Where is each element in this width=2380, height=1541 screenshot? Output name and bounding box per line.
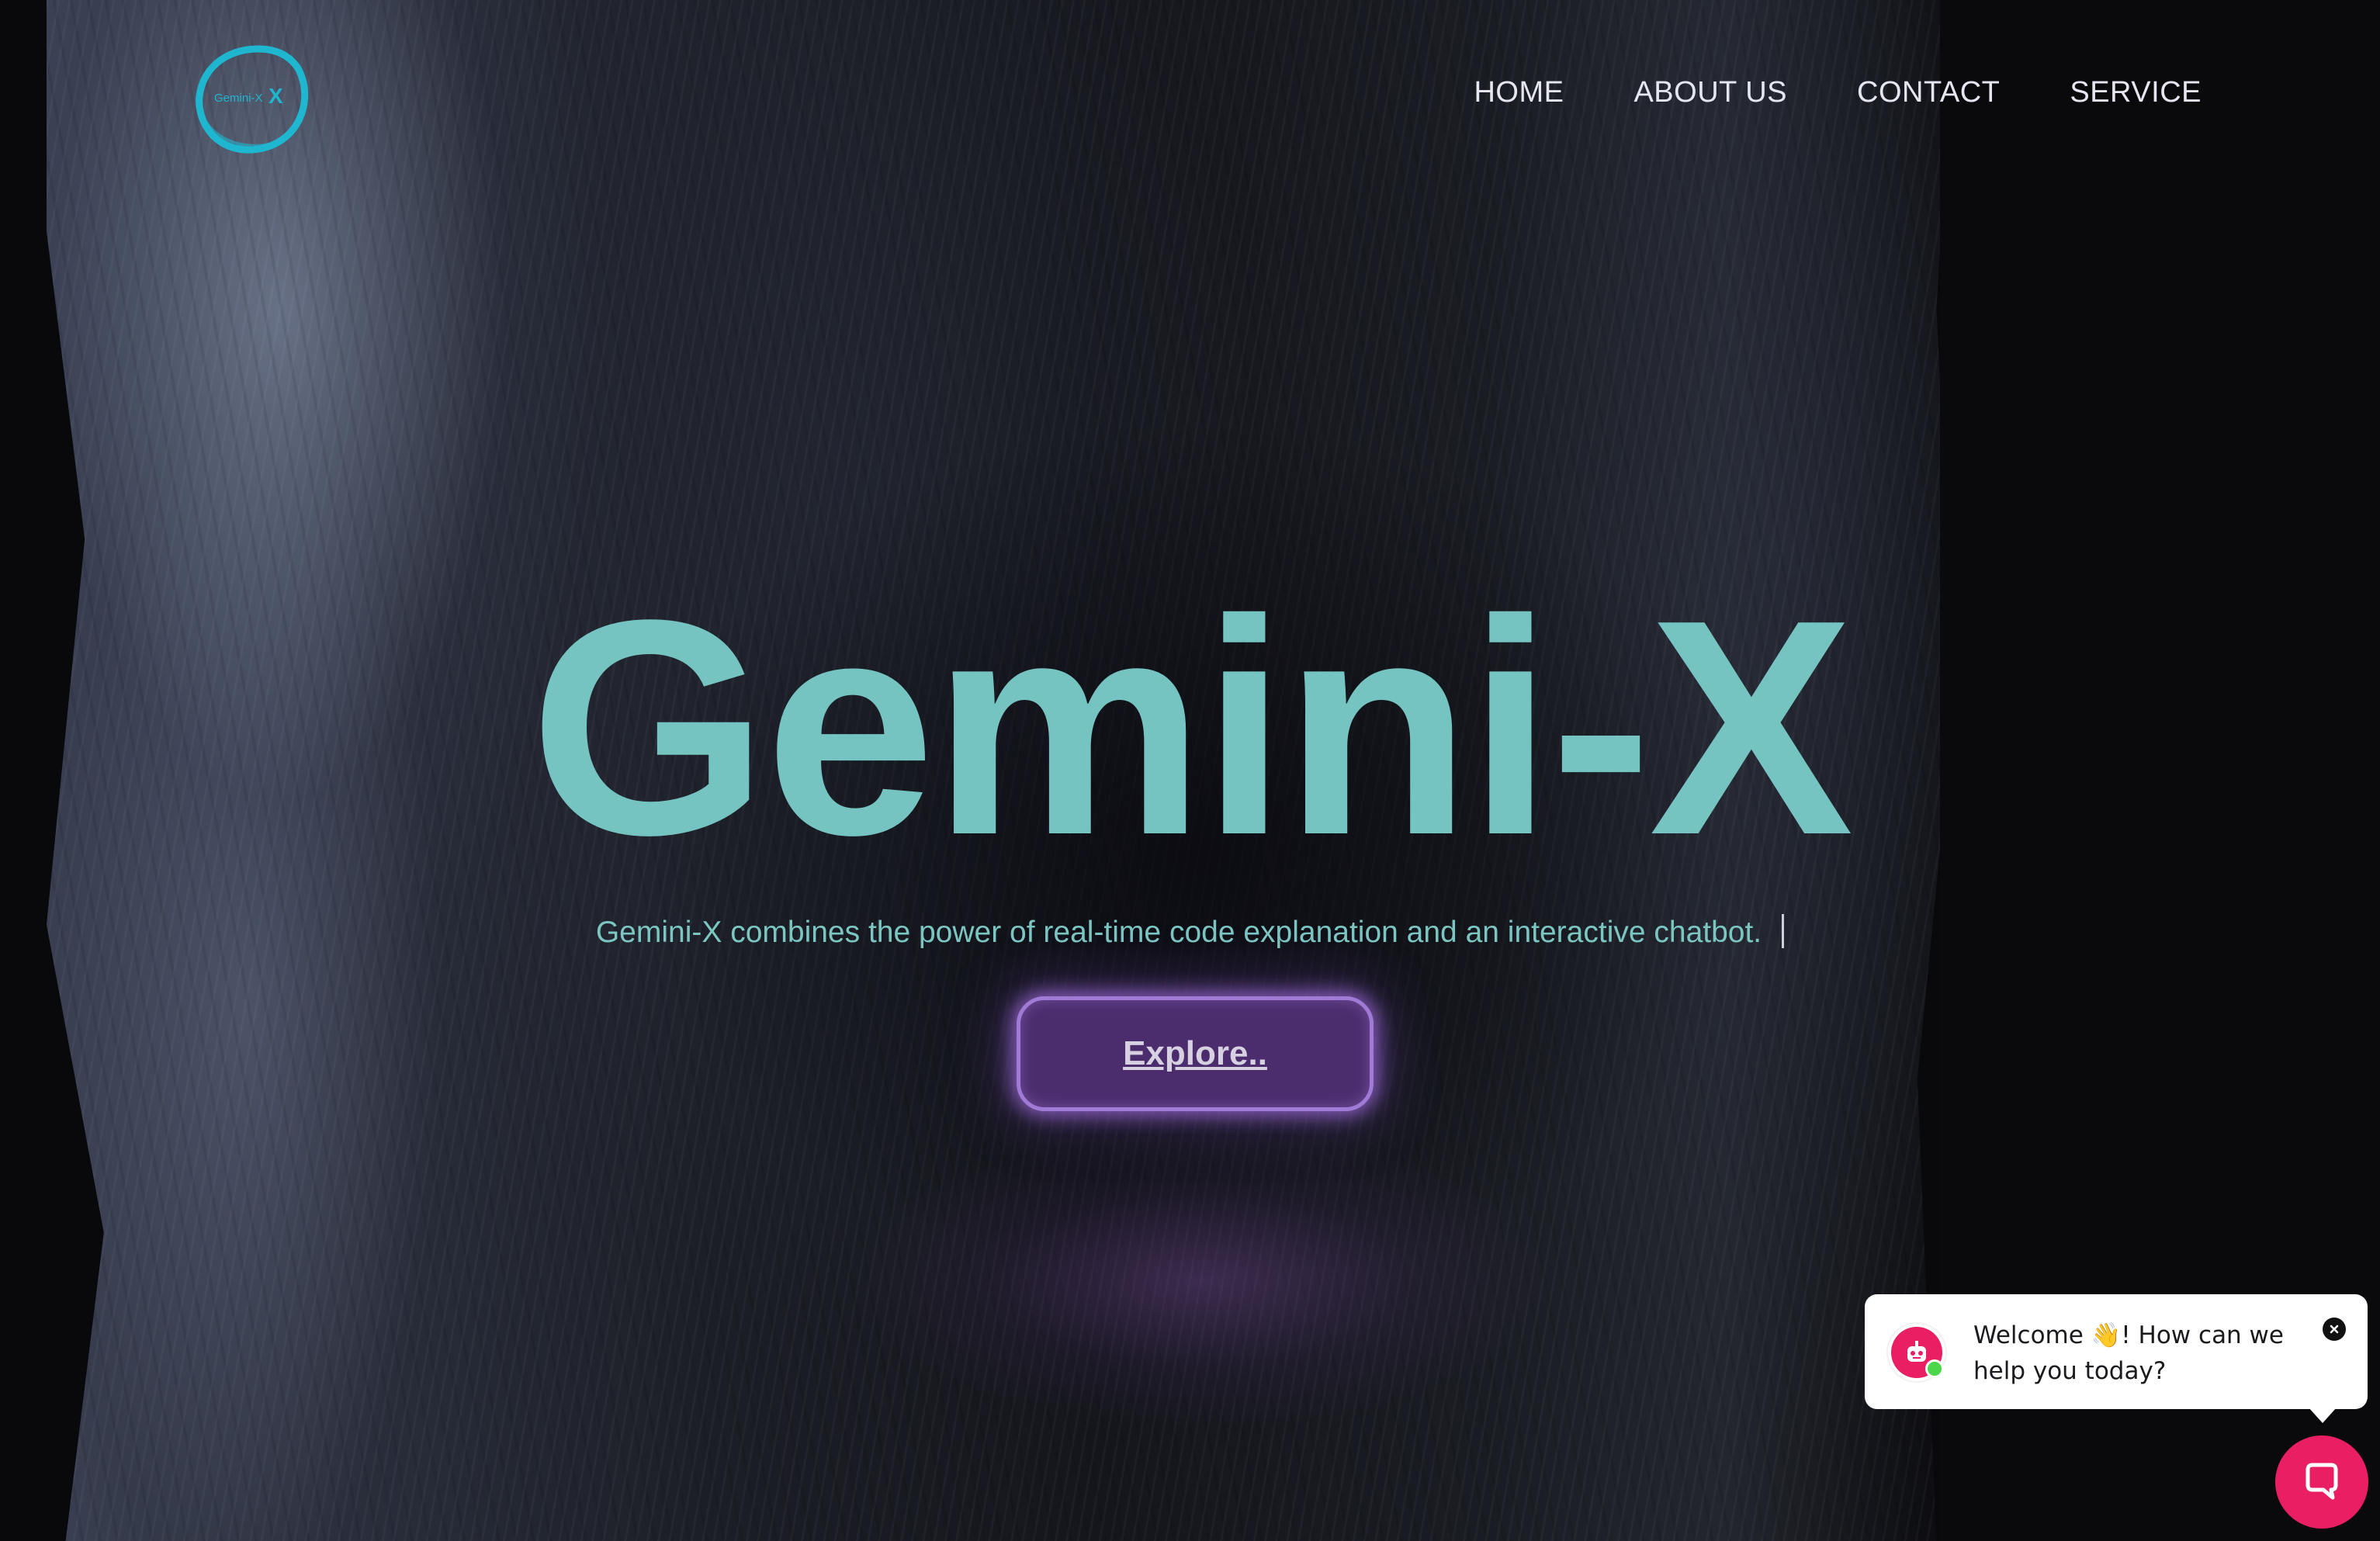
nav-item-about-us[interactable]: ABOUT US	[1633, 76, 1787, 109]
chat-launcher-button[interactable]	[2275, 1435, 2368, 1529]
chat-welcome-message: Welcome 👋! How can we help you today?	[1973, 1321, 2284, 1385]
button-glow-reflection	[854, 1133, 1552, 1428]
chat-bubble-icon	[2306, 1463, 2338, 1500]
logo-x-mark: X	[268, 84, 283, 108]
nav-item-service[interactable]: SERVICE	[2070, 76, 2202, 109]
hero-title: Gemini-X	[529, 556, 1854, 899]
nav-item-home[interactable]: HOME	[1474, 76, 1564, 109]
hero-subtitle-line: Gemini-X combines the power of real-time…	[0, 914, 2380, 950]
explore-button[interactable]: Explore..	[1017, 996, 1374, 1111]
explore-button-label: Explore..	[1123, 1034, 1267, 1072]
nav-item-contact[interactable]: CONTACT	[1857, 76, 2000, 109]
bot-avatar	[1888, 1324, 1945, 1381]
brand-logo[interactable]: Gemini-X X	[191, 37, 315, 161]
hero-subtitle: Gemini-X combines the power of real-time…	[595, 916, 1762, 949]
logo-text: Gemini-X	[214, 92, 263, 105]
close-icon[interactable]	[2323, 1318, 2346, 1341]
main-navigation: HOME ABOUT US CONTACT SERVICE	[1474, 76, 2202, 109]
landing-page: Gemini-X X HOME ABOUT US CONTACT SERVICE…	[0, 0, 2380, 1541]
typing-cursor	[1782, 914, 1785, 948]
chat-welcome-popup[interactable]: Welcome 👋! How can we help you today?	[1865, 1294, 2368, 1423]
online-status-dot	[1925, 1359, 1944, 1378]
